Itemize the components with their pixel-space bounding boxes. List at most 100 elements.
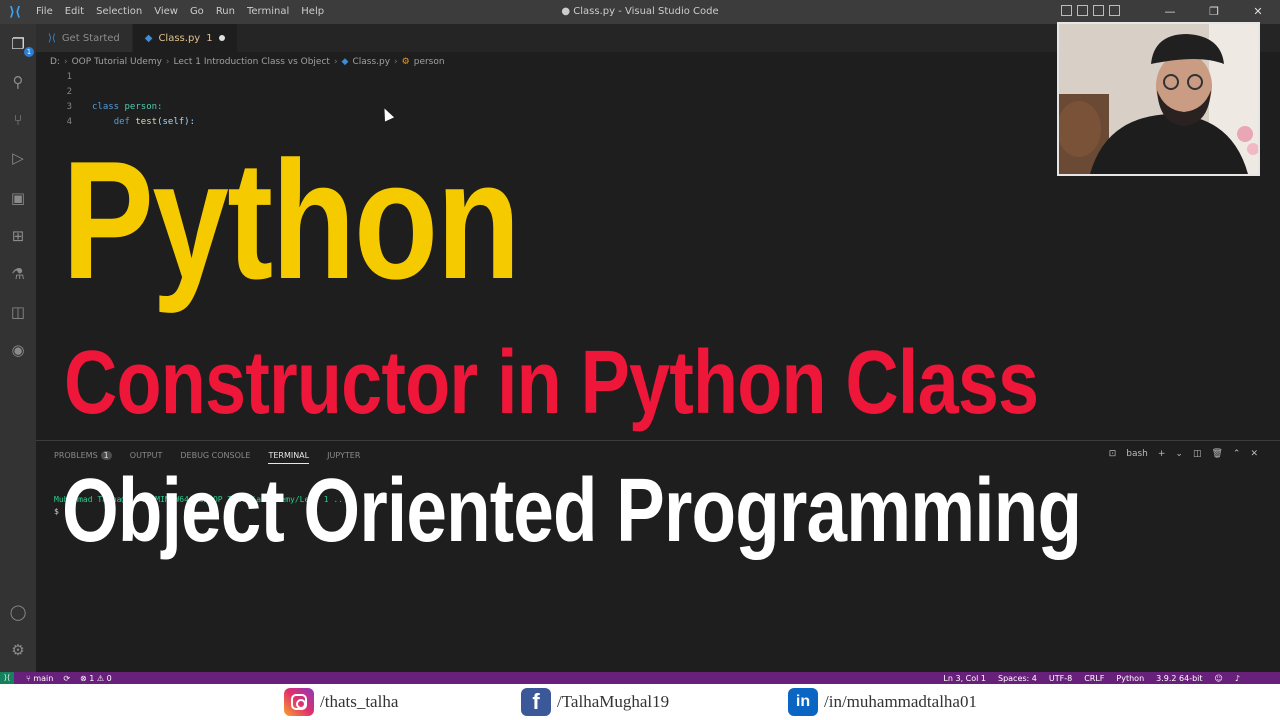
breadcrumb-symbol[interactable]: person — [414, 57, 445, 67]
restore-icon[interactable]: ❐ — [1192, 0, 1236, 24]
python-file-icon: ◆ — [144, 32, 153, 44]
trash-icon[interactable]: 🗑 — [1211, 449, 1222, 459]
testing-icon[interactable]: ⚗ — [8, 264, 28, 284]
activity-bar: ❐ 1 ⚲ ⑂ ▷ ▣ ⊞ ⚗ ◫ ◉ ◯ ⚙ — [0, 24, 36, 672]
menu-selection[interactable]: Selection — [90, 0, 148, 24]
status-left: ⑂ main ⟳ ⊗ 1 ⚠ 0 — [14, 674, 112, 683]
tab-get-started[interactable]: ⟩⟨ Get Started — [36, 24, 133, 52]
split-terminal-icon[interactable]: ◫ — [1193, 449, 1202, 459]
customize-layout-icon[interactable] — [1109, 5, 1120, 16]
instagram-handle: /thats_talha — [320, 692, 399, 711]
tab-label: Class.py — [158, 32, 201, 44]
chevron-right-icon: › — [333, 57, 338, 67]
tab-label: Get Started — [61, 32, 120, 44]
explorer-badge: 1 — [24, 47, 34, 57]
class-symbol-icon: ⚙ — [401, 57, 410, 67]
code-text[interactable]: class person: — [92, 100, 162, 115]
settings-gear-icon[interactable]: ⚙ — [8, 640, 28, 660]
webcam-video — [1057, 22, 1260, 176]
breadcrumb-file[interactable]: Class.py — [352, 57, 390, 67]
github-icon[interactable]: ◉ — [8, 340, 28, 360]
remote-explorer-icon[interactable]: ▣ — [8, 188, 28, 208]
branch-status[interactable]: ⑂ main — [26, 674, 53, 683]
tab-class-py[interactable]: ◆ Class.py 1 — [132, 24, 238, 52]
encoding[interactable]: UTF-8 — [1049, 674, 1072, 683]
window-controls: — ❐ ✕ — [1148, 0, 1280, 24]
close-panel-icon[interactable]: ✕ — [1250, 449, 1258, 459]
search-icon[interactable]: ⚲ — [8, 72, 28, 92]
chevron-right-icon: › — [165, 57, 170, 67]
chevron-down-icon[interactable]: ⌄ — [1175, 449, 1183, 459]
status-right: Ln 3, Col 1 Spaces: 4 UTF-8 CRLF Python … — [943, 674, 1240, 683]
facebook-handle: /TalhaMughal19 — [557, 692, 670, 711]
line-number: 1 — [66, 72, 72, 82]
chevron-right-icon: › — [63, 57, 68, 67]
new-terminal-icon[interactable]: + — [1158, 449, 1166, 459]
menu-edit[interactable]: Edit — [59, 0, 90, 24]
problems-count: 1 — [100, 451, 112, 460]
problems-status[interactable]: ⊗ 1 ⚠ 0 — [80, 674, 112, 683]
mouse-pointer-icon — [379, 106, 395, 122]
sync-icon[interactable]: ⟳ — [63, 674, 70, 683]
chevron-up-icon[interactable]: ⌃ — [1233, 449, 1241, 459]
account-icon[interactable]: ◯ — [8, 602, 28, 622]
layout-controls — [1061, 5, 1120, 16]
line-ending[interactable]: CRLF — [1084, 674, 1104, 683]
vscode-tab-icon: ⟩⟨ — [48, 32, 56, 44]
terminal-shell-icon: ⊡ — [1108, 449, 1117, 459]
title-bar: ⟩⟨ File Edit Selection View Go Run Termi… — [0, 0, 1280, 24]
menu-terminal[interactable]: Terminal — [241, 0, 295, 24]
menu-go[interactable]: Go — [184, 0, 210, 24]
notifications-bell-icon[interactable]: ♪ — [1235, 674, 1240, 683]
panel-controls: ⊡ bash + ⌄ ◫ 🗑 ⌃ ✕ — [1109, 449, 1258, 459]
social-linkedin[interactable]: in /in/muhammadtalha01 — [788, 688, 977, 716]
run-debug-icon[interactable]: ▷ — [8, 148, 28, 168]
breadcrumb: D: › OOP Tutorial Udemy › Lect 1 Introdu… — [50, 54, 445, 70]
feedback-icon[interactable]: ☺ — [1215, 674, 1223, 683]
menu-run[interactable]: Run — [210, 0, 241, 24]
overlay-title-python: Python — [62, 126, 521, 314]
instagram-icon — [284, 688, 314, 716]
menu-file[interactable]: File — [30, 0, 59, 24]
close-icon[interactable]: ✕ — [1236, 0, 1280, 24]
source-control-icon[interactable]: ⑂ — [8, 110, 28, 130]
toggle-secondary-sidebar-icon[interactable] — [1093, 5, 1104, 16]
terminal-shell-label[interactable]: bash — [1126, 449, 1148, 459]
presenter-photo — [1059, 24, 1258, 174]
line-number: 3 — [66, 102, 72, 112]
python-file-icon: ◆ — [341, 57, 349, 67]
keyword-class: class — [92, 102, 120, 112]
toggle-sidebar-icon[interactable] — [1061, 5, 1072, 16]
breadcrumb-subfolder[interactable]: Lect 1 Introduction Class vs Object — [174, 57, 330, 67]
vscode-logo-icon: ⟩⟨ — [9, 4, 21, 20]
extensions-icon[interactable]: ⊞ — [8, 226, 28, 246]
problem-count: 1 — [206, 32, 213, 44]
status-bar: ⟩⟨ ⑂ main ⟳ ⊗ 1 ⚠ 0 Ln 3, Col 1 Spaces: … — [0, 672, 1280, 684]
breadcrumb-drive[interactable]: D: — [50, 57, 60, 67]
class-name: person: — [124, 102, 163, 112]
overlay-title-oop: Object Oriented Programming — [62, 461, 1082, 561]
social-facebook[interactable]: f /TalhaMughal19 — [521, 688, 669, 716]
menu-help[interactable]: Help — [295, 0, 330, 24]
terminal-prompt[interactable]: $ — [54, 507, 59, 516]
indentation[interactable]: Spaces: 4 — [998, 674, 1037, 683]
minimize-icon[interactable]: — — [1148, 0, 1192, 24]
menu-view[interactable]: View — [148, 0, 184, 24]
explorer-icon[interactable]: ❐ 1 — [8, 34, 34, 57]
breadcrumb-folder[interactable]: OOP Tutorial Udemy — [72, 57, 162, 67]
cursor-position[interactable]: Ln 3, Col 1 — [943, 674, 986, 683]
linkedin-icon: in — [788, 688, 818, 716]
line-number: 2 — [66, 87, 72, 97]
social-instagram[interactable]: /thats_talha — [284, 688, 398, 716]
overlay-title-constructor: Constructor in Python Class — [64, 333, 1039, 433]
facebook-icon: f — [521, 688, 551, 716]
branch-name: main — [33, 673, 54, 683]
remote-indicator-icon[interactable]: ⟩⟨ — [0, 672, 14, 684]
python-interpreter[interactable]: 3.9.2 64-bit — [1156, 674, 1202, 683]
linkedin-handle: /in/muhammadtalha01 — [824, 692, 977, 711]
unsaved-dot-icon[interactable] — [218, 35, 225, 41]
toggle-panel-icon[interactable] — [1077, 5, 1088, 16]
language-mode[interactable]: Python — [1116, 674, 1144, 683]
jupyter-icon[interactable]: ◫ — [8, 302, 28, 322]
chevron-right-icon: › — [394, 57, 398, 67]
